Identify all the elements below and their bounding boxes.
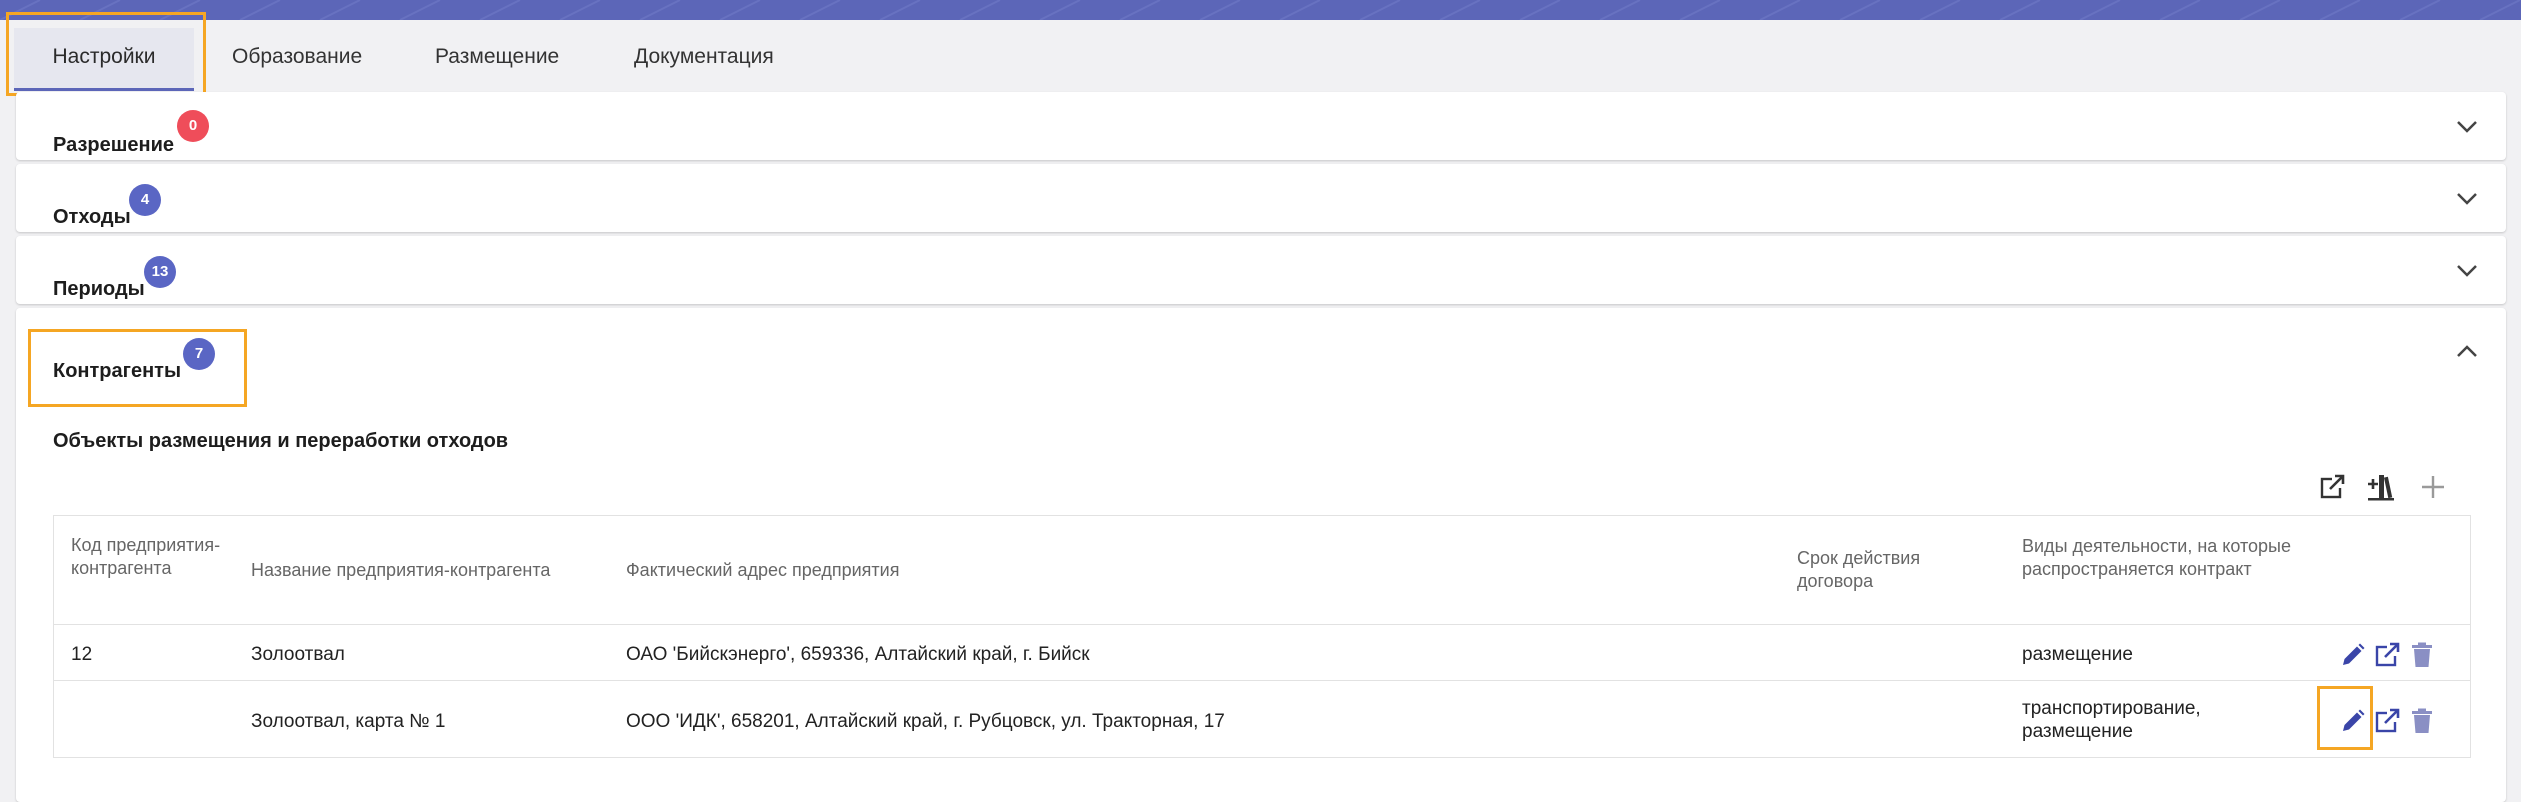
accordion-counterparties-badge: 7 bbox=[183, 338, 215, 370]
tab-placement[interactable]: Размещение bbox=[435, 28, 559, 86]
accordion-waste[interactable]: Отходы 4 bbox=[16, 164, 2506, 232]
cell-address: ООО 'ИДК', 658201, Алтайский край, г. Ру… bbox=[626, 711, 1225, 732]
col-header-term: Срок действия договора bbox=[1797, 548, 1921, 591]
cell-code: 12 bbox=[71, 644, 93, 665]
accordion-waste-badge: 4 bbox=[129, 184, 161, 216]
accordion-waste-title: Отходы bbox=[53, 206, 131, 228]
export-icon[interactable] bbox=[2318, 472, 2348, 502]
accordion-periods-title: Периоды bbox=[53, 278, 145, 300]
cell-address: ОАО 'Бийскэнерго', 659336, Алтайский кра… bbox=[626, 644, 1090, 665]
edit-icon[interactable] bbox=[2338, 708, 2366, 736]
banner-pattern bbox=[0, 0, 2521, 20]
edit-icon[interactable] bbox=[2338, 642, 2366, 670]
chevron-down-icon[interactable] bbox=[2456, 192, 2478, 206]
row-divider bbox=[54, 680, 2470, 681]
col-header-address: Фактический адрес предприятия bbox=[626, 560, 900, 580]
accordion-permission-title: Разрешение bbox=[53, 134, 175, 156]
section-title: Объекты размещения и переработки отходов bbox=[53, 430, 509, 452]
delete-icon[interactable] bbox=[2408, 707, 2436, 735]
accordion-periods[interactable]: Периоды 13 bbox=[16, 236, 2506, 304]
accordion-permission-badge: 0 bbox=[177, 110, 209, 142]
open-external-icon[interactable] bbox=[2374, 707, 2402, 735]
header-divider bbox=[54, 624, 2470, 625]
tab-documentation[interactable]: Документация bbox=[634, 28, 774, 86]
accordion-counterparties-title[interactable]: Контрагенты bbox=[53, 360, 181, 383]
col-header-activity: Виды деятельности, на которые распростра… bbox=[2022, 536, 2292, 579]
col-header-code: Код предприятия-контрагента bbox=[71, 535, 221, 578]
cell-name: Золоотвал, карта № 1 bbox=[251, 711, 446, 732]
counterparties-table: Код предприятия-контрагента Название пре… bbox=[53, 515, 2471, 758]
tab-settings[interactable]: Настройки bbox=[14, 28, 194, 91]
open-external-icon[interactable] bbox=[2374, 641, 2402, 669]
chevron-down-icon[interactable] bbox=[2456, 120, 2478, 134]
library-add-icon[interactable] bbox=[2366, 472, 2396, 502]
accordion-periods-badge: 13 bbox=[144, 256, 176, 288]
plus-icon[interactable] bbox=[2418, 472, 2448, 502]
cell-name: Золоотвал bbox=[251, 644, 345, 665]
top-banner-strip bbox=[0, 0, 2521, 20]
cell-activity: размещение bbox=[2022, 644, 2133, 665]
chevron-up-icon[interactable] bbox=[2456, 344, 2478, 358]
cell-activity: транспортирование, размещение bbox=[2022, 698, 2201, 742]
accordion-permission[interactable]: Разрешение 0 bbox=[16, 92, 2506, 160]
tab-formation[interactable]: Образование bbox=[232, 28, 362, 86]
col-header-name: Название предприятия-контрагента bbox=[251, 560, 551, 580]
delete-icon[interactable] bbox=[2408, 641, 2436, 669]
chevron-down-icon[interactable] bbox=[2456, 264, 2478, 278]
